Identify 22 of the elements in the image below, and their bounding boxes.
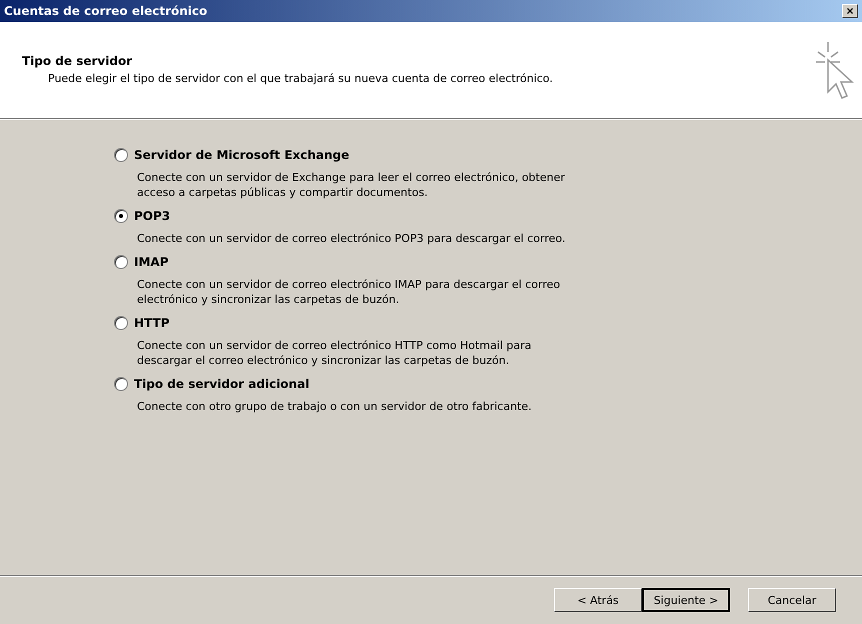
option-description: Conecte con un servidor de correo electrónico HTTP como Hotmail para descargar el correo electrónico y sincronizar las carpetas de buzón. — [136, 338, 532, 369]
option-label: POP3 — [134, 209, 170, 223]
option-label: HTTP — [134, 316, 170, 330]
wizard-button[interactable]: Siguiente > — [642, 588, 730, 612]
option-label: Tipo de servidor adicional — [134, 377, 310, 391]
wizard-button[interactable]: Cancelar — [748, 588, 836, 612]
option-label: IMAP — [134, 255, 168, 269]
option-description: Conecte con otro grupo de trabajo o con un servidor de otro fabricante. — [136, 399, 533, 415]
page-title: Tipo de servidor — [22, 54, 134, 68]
radio-button[interactable] — [114, 255, 128, 269]
page-subtitle: Puede elegir el tipo de servidor con el que trabajará su nueva cuenta de correo electrónico. — [47, 72, 553, 85]
window-title: Cuentas de correo electrónico — [4, 4, 208, 18]
radio-button[interactable] — [114, 148, 128, 162]
wizard-button[interactable]: < Atrás — [554, 588, 642, 612]
radio-button[interactable] — [114, 316, 128, 330]
radio-button[interactable] — [114, 377, 128, 391]
option-description: Conecte con un servidor de correo electrónico POP3 para descargar el correo. — [136, 231, 566, 247]
close-button[interactable]: × — [842, 4, 858, 18]
option-description: Conecte con un servidor de Exchange para leer el correo electrónico, obtener acceso a carpetas públicas y compartir documentos. — [136, 170, 566, 201]
radio-button[interactable] — [114, 209, 128, 223]
option-description: Conecte con un servidor de correo electrónico IMAP para descargar el correo electrónico y sincronizar las carpetas de buzón. — [136, 277, 562, 308]
option-label: Servidor de Microsoft Exchange — [134, 148, 350, 162]
